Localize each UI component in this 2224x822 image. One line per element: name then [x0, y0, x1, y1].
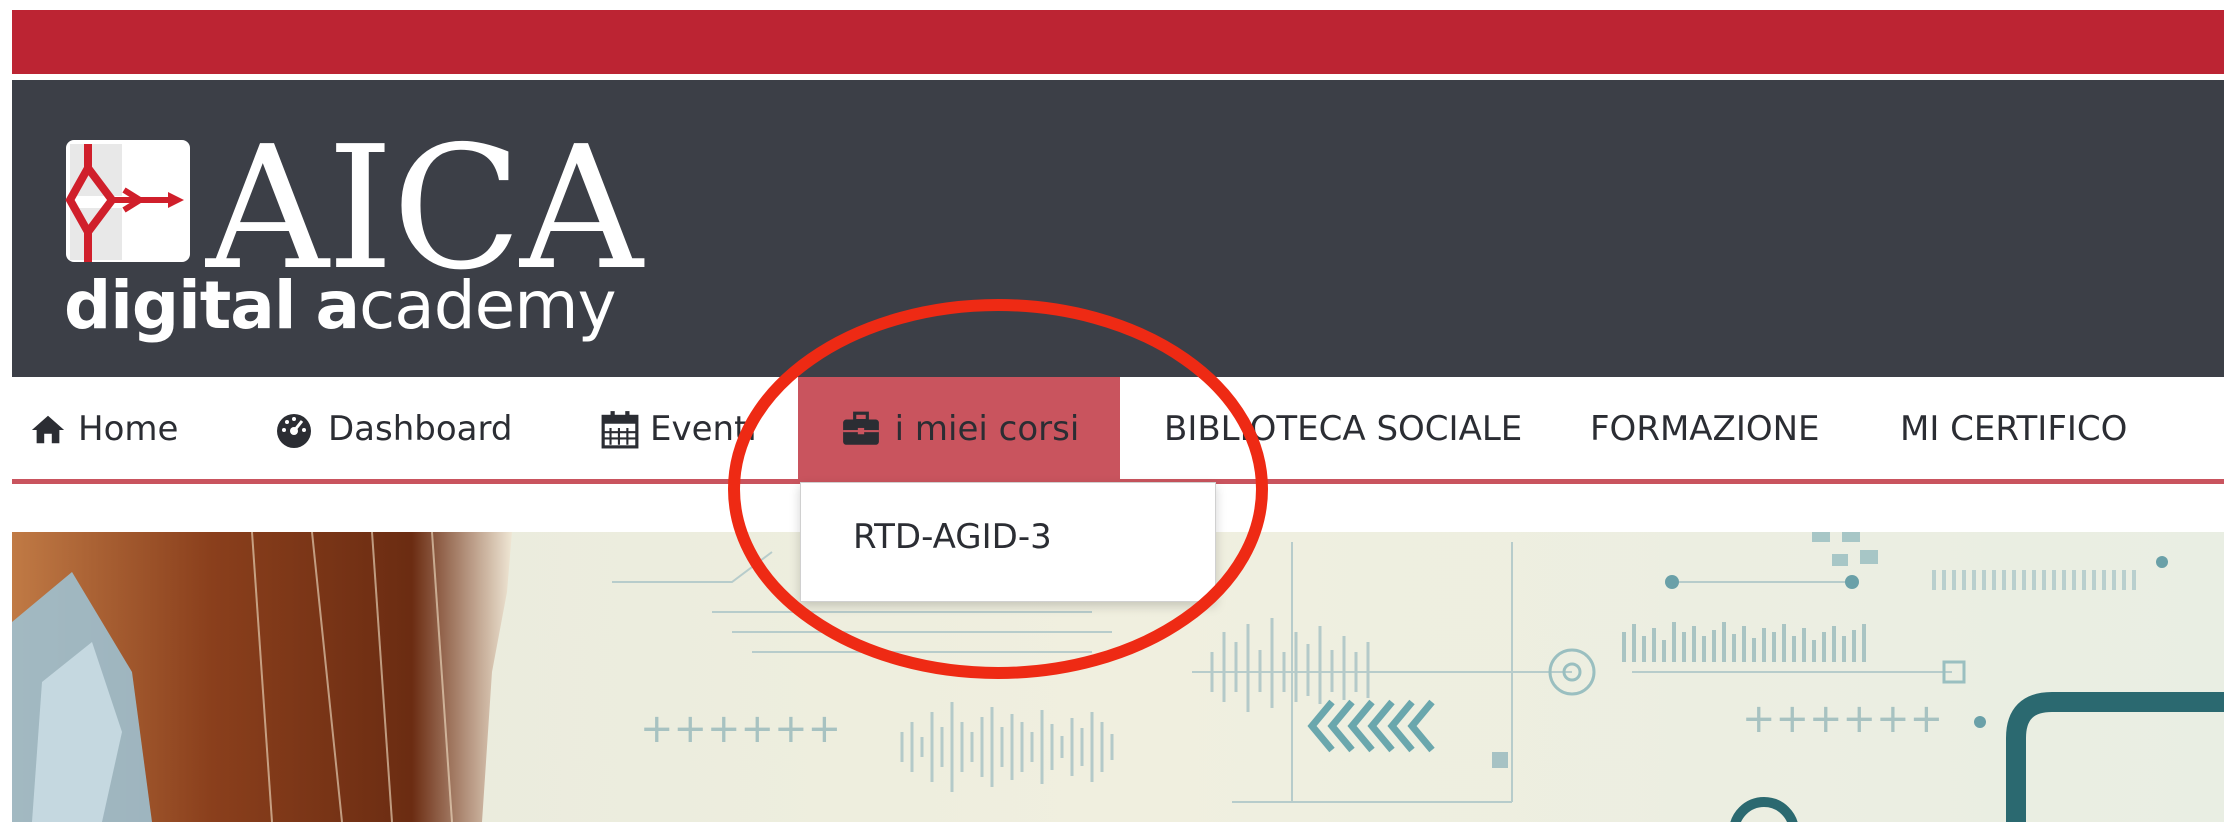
nav-item-mi-certifico-label: MI CERTIFICO: [1900, 409, 2128, 449]
logo-tagline-part-1: digital: [64, 267, 296, 344]
dashboard-icon: [277, 414, 311, 448]
nav-item-mi-certifico[interactable]: MI CERTIFICO: [1900, 377, 2127, 481]
aica-logo-icon: [65, 140, 190, 262]
nav-item-formazione[interactable]: FORMAZIONE: [1590, 377, 1820, 481]
calendar-icon: [601, 411, 639, 449]
logo-tagline-part-2: a: [315, 267, 360, 344]
logo-tagline: digital academy: [64, 266, 617, 346]
nav-item-home-label: Home: [78, 409, 179, 449]
top-accent-bar: [12, 10, 2224, 74]
logo-tagline-part-3: cademy: [358, 267, 617, 344]
nav-item-home[interactable]: Home: [30, 377, 178, 481]
site-logo[interactable]: AICA digital academy: [64, 124, 644, 358]
nav-item-dashboard-label: Dashboard: [328, 409, 513, 449]
highlight-callout-ellipse: [728, 299, 1268, 679]
svg-text:++++++: ++++++: [640, 706, 841, 752]
nav-item-formazione-label: FORMAZIONE: [1590, 409, 1820, 449]
nav-item-dashboard[interactable]: Dashboard: [272, 377, 512, 481]
home-icon: [31, 415, 65, 444]
svg-text:++++++: ++++++: [1742, 696, 1943, 742]
